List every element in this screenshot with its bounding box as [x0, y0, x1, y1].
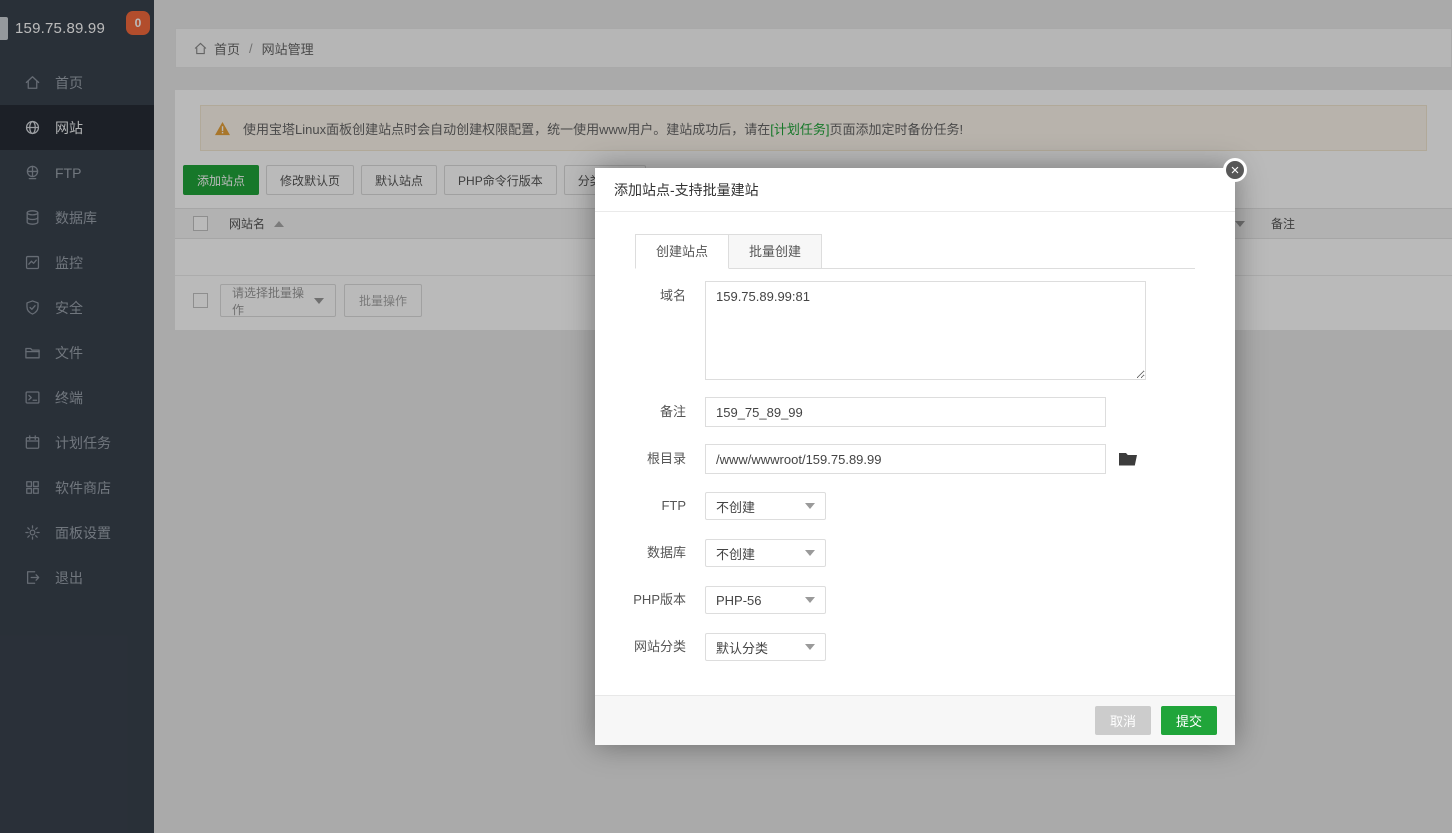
ftp-row: FTP 不创建 — [595, 491, 1235, 521]
modal-title: 添加站点-支持批量建站 — [595, 168, 1235, 212]
ftp-select[interactable]: 不创建 — [705, 492, 826, 520]
chevron-down-icon — [805, 597, 815, 603]
root-dir-input[interactable] — [705, 444, 1106, 474]
chevron-down-icon — [805, 550, 815, 556]
site-category-select[interactable]: 默认分类 — [705, 633, 826, 661]
site-category-row: 网站分类 默认分类 — [595, 632, 1235, 662]
chevron-down-icon — [805, 503, 815, 509]
php-version-select[interactable]: PHP-56 — [705, 586, 826, 614]
domain-label: 域名 — [595, 281, 705, 380]
ftp-label: FTP — [595, 491, 705, 521]
tab-batch-create[interactable]: 批量创建 — [729, 234, 822, 269]
domain-row: 域名 — [595, 281, 1235, 380]
remark-input[interactable] — [705, 397, 1106, 427]
database-select-value: 不创建 — [716, 544, 755, 563]
php-version-row: PHP版本 PHP-56 — [595, 585, 1235, 615]
chevron-down-icon — [805, 644, 815, 650]
browse-folder-icon[interactable] — [1118, 450, 1138, 468]
database-row: 数据库 不创建 — [595, 538, 1235, 568]
site-category-label: 网站分类 — [595, 632, 705, 662]
remark-row: 备注 — [595, 397, 1235, 427]
php-version-label: PHP版本 — [595, 585, 705, 615]
database-label: 数据库 — [595, 538, 705, 568]
php-version-select-value: PHP-56 — [716, 593, 762, 608]
add-site-modal: × 添加站点-支持批量建站 创建站点 批量创建 域名 备注 根目录 FTP 不创… — [595, 168, 1235, 745]
remark-label: 备注 — [595, 397, 705, 427]
domain-textarea[interactable] — [705, 281, 1146, 380]
close-icon[interactable]: × — [1223, 158, 1247, 182]
tab-create-site[interactable]: 创建站点 — [635, 234, 729, 269]
root-dir-row: 根目录 — [595, 444, 1235, 474]
root-dir-label: 根目录 — [595, 444, 705, 474]
cancel-button[interactable]: 取消 — [1095, 706, 1151, 735]
modal-footer: 取消 提交 — [595, 695, 1235, 745]
ftp-select-value: 不创建 — [716, 497, 755, 516]
site-category-select-value: 默认分类 — [716, 638, 768, 657]
submit-button[interactable]: 提交 — [1161, 706, 1217, 735]
database-select[interactable]: 不创建 — [705, 539, 826, 567]
add-site-form: 域名 备注 根目录 FTP 不创建 数据库 不创建 — [595, 281, 1235, 662]
modal-tabs: 创建站点 批量创建 — [635, 234, 1195, 269]
